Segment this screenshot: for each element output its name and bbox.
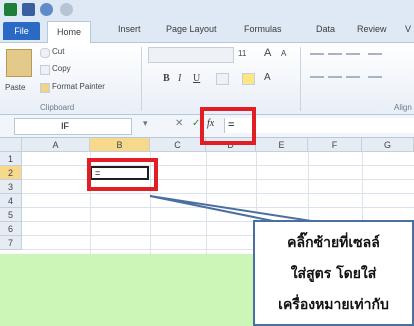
callout-line-3: เครื่องหมายเท่ากับ: [278, 297, 389, 313]
callout-line-2: ใส่สูตร โดยใส่: [290, 266, 377, 282]
callout-line-1: คลิ๊กซ้ายที่เซลล์: [287, 235, 380, 251]
instruction-callout: คลิ๊กซ้ายที่เซลล์ ใส่สูตร โดยใส่ เครื่อง…: [253, 220, 414, 326]
